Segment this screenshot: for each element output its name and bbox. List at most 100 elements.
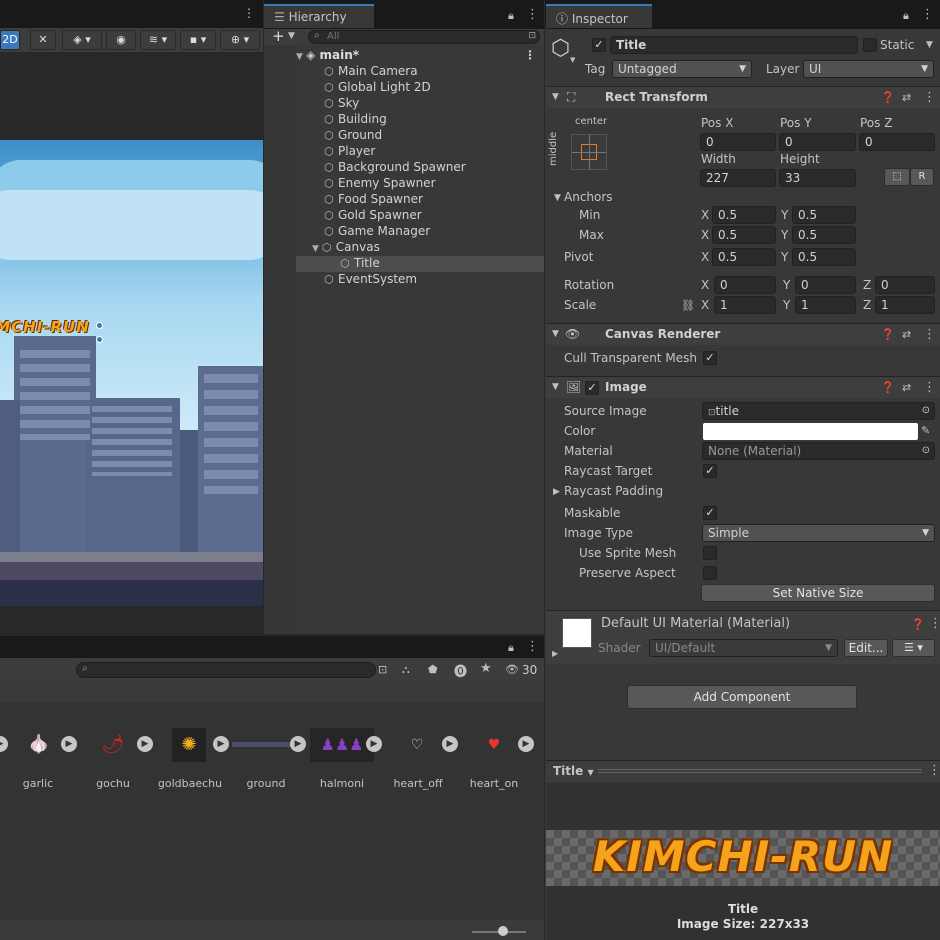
image-enabled-checkbox[interactable]: ✓: [585, 381, 599, 395]
play-preview-icon[interactable]: ▶: [61, 736, 77, 752]
hierarchy-item-title[interactable]: ⬡ Title: [340, 256, 380, 272]
scale-x-field[interactable]: 1: [714, 296, 776, 314]
height-field[interactable]: 33: [779, 169, 856, 187]
hierarchy-item-sky[interactable]: ⬡ Sky: [324, 96, 359, 112]
foldout-arrow-icon[interactable]: ▼: [552, 382, 559, 392]
pivot-y-field[interactable]: 0.5: [792, 248, 856, 266]
2d-toggle-button[interactable]: 2D: [0, 30, 20, 50]
rect-handle[interactable]: [96, 336, 103, 343]
blueprint-mode-button[interactable]: ⬚: [884, 168, 910, 186]
object-picker-icon[interactable]: ⊙: [922, 403, 930, 419]
filter-type-icon[interactable]: ⛬: [402, 663, 410, 677]
foldout-arrow-icon[interactable]: ▼: [552, 329, 559, 339]
more-options-icon[interactable]: ⋮: [923, 90, 936, 105]
anchor-max-y-field[interactable]: 0.5: [792, 226, 856, 244]
hierarchy-scene-root[interactable]: ▼ ◈ main* ⋮: [296, 48, 544, 64]
play-preview-icon[interactable]: ▶: [290, 736, 306, 752]
shader-dropdown[interactable]: UI/Default ▼: [649, 639, 838, 657]
anchor-min-x-field[interactable]: 0.5: [712, 206, 776, 224]
play-preview-icon[interactable]: ▶: [366, 736, 382, 752]
chevron-down-icon[interactable]: ▼: [926, 40, 933, 50]
shader-options-button[interactable]: ☰ ▾: [892, 639, 935, 657]
foldout-arrow-icon[interactable]: ▶: [553, 487, 560, 497]
layers-dropdown-icon[interactable]: ≋ ▾: [140, 30, 176, 50]
preserve-aspect-checkbox[interactable]: [703, 566, 717, 580]
asset-thumb-halmoni[interactable]: ♟♟♟: [310, 728, 374, 762]
set-native-size-button[interactable]: Set Native Size: [701, 584, 935, 602]
lock-icon[interactable]: 🔒︎: [903, 9, 909, 23]
scene-viewport[interactable]: KIMCHI-RUN: [0, 140, 263, 606]
maskable-checkbox[interactable]: ✓: [703, 506, 717, 520]
hierarchy-item-main-camera[interactable]: ⬡ Main Camera: [324, 64, 418, 80]
gizmos-layers-icon[interactable]: ◈ ▾: [62, 30, 102, 50]
asset-thumb-heart-off[interactable]: ♡: [400, 728, 434, 762]
hierarchy-item-gold-spawner[interactable]: ⬡ Gold Spawner: [324, 208, 422, 224]
chevron-down-icon[interactable]: ▼: [570, 56, 575, 64]
image-type-dropdown[interactable]: Simple ▼: [702, 524, 935, 542]
scale-z-field[interactable]: 1: [875, 296, 935, 314]
lock-icon[interactable]: 🔒︎: [508, 641, 514, 655]
anchor-max-x-field[interactable]: 0.5: [712, 226, 776, 244]
layer-dropdown[interactable]: UI ▼: [803, 60, 934, 78]
color-swatch[interactable]: [703, 423, 918, 440]
asset-thumb-ground[interactable]: [232, 742, 294, 747]
asset-thumb-goldbaechu[interactable]: ✺: [172, 728, 206, 762]
slider-handle[interactable]: [498, 926, 508, 936]
hierarchy-item-game-manager[interactable]: ⬡ Game Manager: [324, 224, 430, 240]
preview-dropdown[interactable]: Title ▼: [553, 764, 594, 778]
material-field[interactable]: None (Material) ⊙: [702, 442, 935, 460]
favorite-star-icon[interactable]: ★: [480, 661, 492, 676]
source-image-field[interactable]: ⊡title ⊙: [702, 402, 935, 420]
expand-arrow-icon[interactable]: ▼: [296, 52, 306, 62]
anchor-min-y-field[interactable]: 0.5: [792, 206, 856, 224]
play-preview-icon[interactable]: ▶: [137, 736, 153, 752]
scene-title-logo[interactable]: KIMCHI-RUN: [0, 318, 90, 336]
add-component-button[interactable]: Add Component: [627, 685, 857, 709]
more-options-icon[interactable]: ⋮: [929, 616, 940, 631]
help-icon[interactable]: ❓: [881, 328, 895, 341]
preview-resize-handle[interactable]: [598, 769, 922, 773]
project-search-input[interactable]: ⌕: [76, 662, 376, 678]
canvas-renderer-header[interactable]: ▼ 👁︎ Canvas Renderer ❓ ⇄ ⋮: [546, 323, 940, 345]
hierarchy-item-enemy-spawner[interactable]: ⬡ Enemy Spawner: [324, 176, 436, 192]
raw-edit-button[interactable]: R: [910, 168, 934, 186]
camera-dropdown-icon[interactable]: ▪ ▾: [180, 30, 216, 50]
posy-field[interactable]: 0: [779, 133, 856, 151]
more-options-icon[interactable]: ⋮: [923, 327, 936, 342]
more-options-icon[interactable]: ⋮: [526, 639, 539, 654]
tab-inspector[interactable]: ⓘ Inspector: [546, 4, 652, 28]
hierarchy-item-canvas[interactable]: ▼ ⬡ Canvas: [312, 240, 380, 256]
more-options-icon[interactable]: ⋮: [921, 7, 934, 22]
lighting-toggle-icon[interactable]: ✕: [30, 30, 56, 50]
posx-field[interactable]: 0: [700, 133, 776, 151]
width-field[interactable]: 227: [700, 169, 776, 187]
asset-thumb-garlic[interactable]: 🧄: [22, 728, 56, 762]
lock-icon[interactable]: 🔒︎: [508, 9, 514, 23]
add-object-button[interactable]: +: [272, 27, 285, 45]
pivot-x-field[interactable]: 0.5: [712, 248, 776, 266]
presets-icon[interactable]: ⇄: [902, 91, 911, 104]
hidden-count-eye-icon[interactable]: 👁︎: [505, 663, 519, 676]
visibility-eye-icon[interactable]: ◉: [106, 30, 136, 50]
static-checkbox[interactable]: [863, 38, 877, 52]
rect-transform-header[interactable]: ▼ ⛶ Rect Transform ❓ ⇄ ⋮: [546, 86, 940, 108]
asset-thumb-heart-on[interactable]: ♥: [477, 728, 511, 762]
asset-thumb-gochu[interactable]: 🌶: [96, 728, 130, 762]
raycast-target-checkbox[interactable]: ✓: [703, 464, 717, 478]
help-icon[interactable]: ❓: [881, 91, 895, 104]
edit-shader-button[interactable]: Edit...: [844, 639, 888, 657]
search-options-icon[interactable]: ⊡: [528, 31, 536, 41]
help-icon[interactable]: ❓: [881, 381, 895, 394]
foldout-arrow-icon[interactable]: ▼: [552, 92, 559, 102]
foldout-arrow-icon[interactable]: ▼: [554, 193, 561, 203]
object-name-field[interactable]: Title: [610, 36, 858, 54]
tab-hierarchy[interactable]: ☰ Hierarchy: [264, 4, 374, 28]
hierarchy-item-ground[interactable]: ⬡ Ground: [324, 128, 382, 144]
hierarchy-item-background-spawner[interactable]: ⬡ Background Spawner: [324, 160, 466, 176]
play-preview-icon[interactable]: ▶: [213, 736, 229, 752]
constrain-proportions-link-icon[interactable]: ⛓: [681, 299, 695, 312]
hierarchy-item-building[interactable]: ⬡ Building: [324, 112, 387, 128]
more-options-icon[interactable]: ⋮: [526, 7, 539, 22]
chevron-down-icon[interactable]: ▼: [288, 31, 295, 41]
filter-label-icon[interactable]: ⬟: [428, 663, 438, 676]
